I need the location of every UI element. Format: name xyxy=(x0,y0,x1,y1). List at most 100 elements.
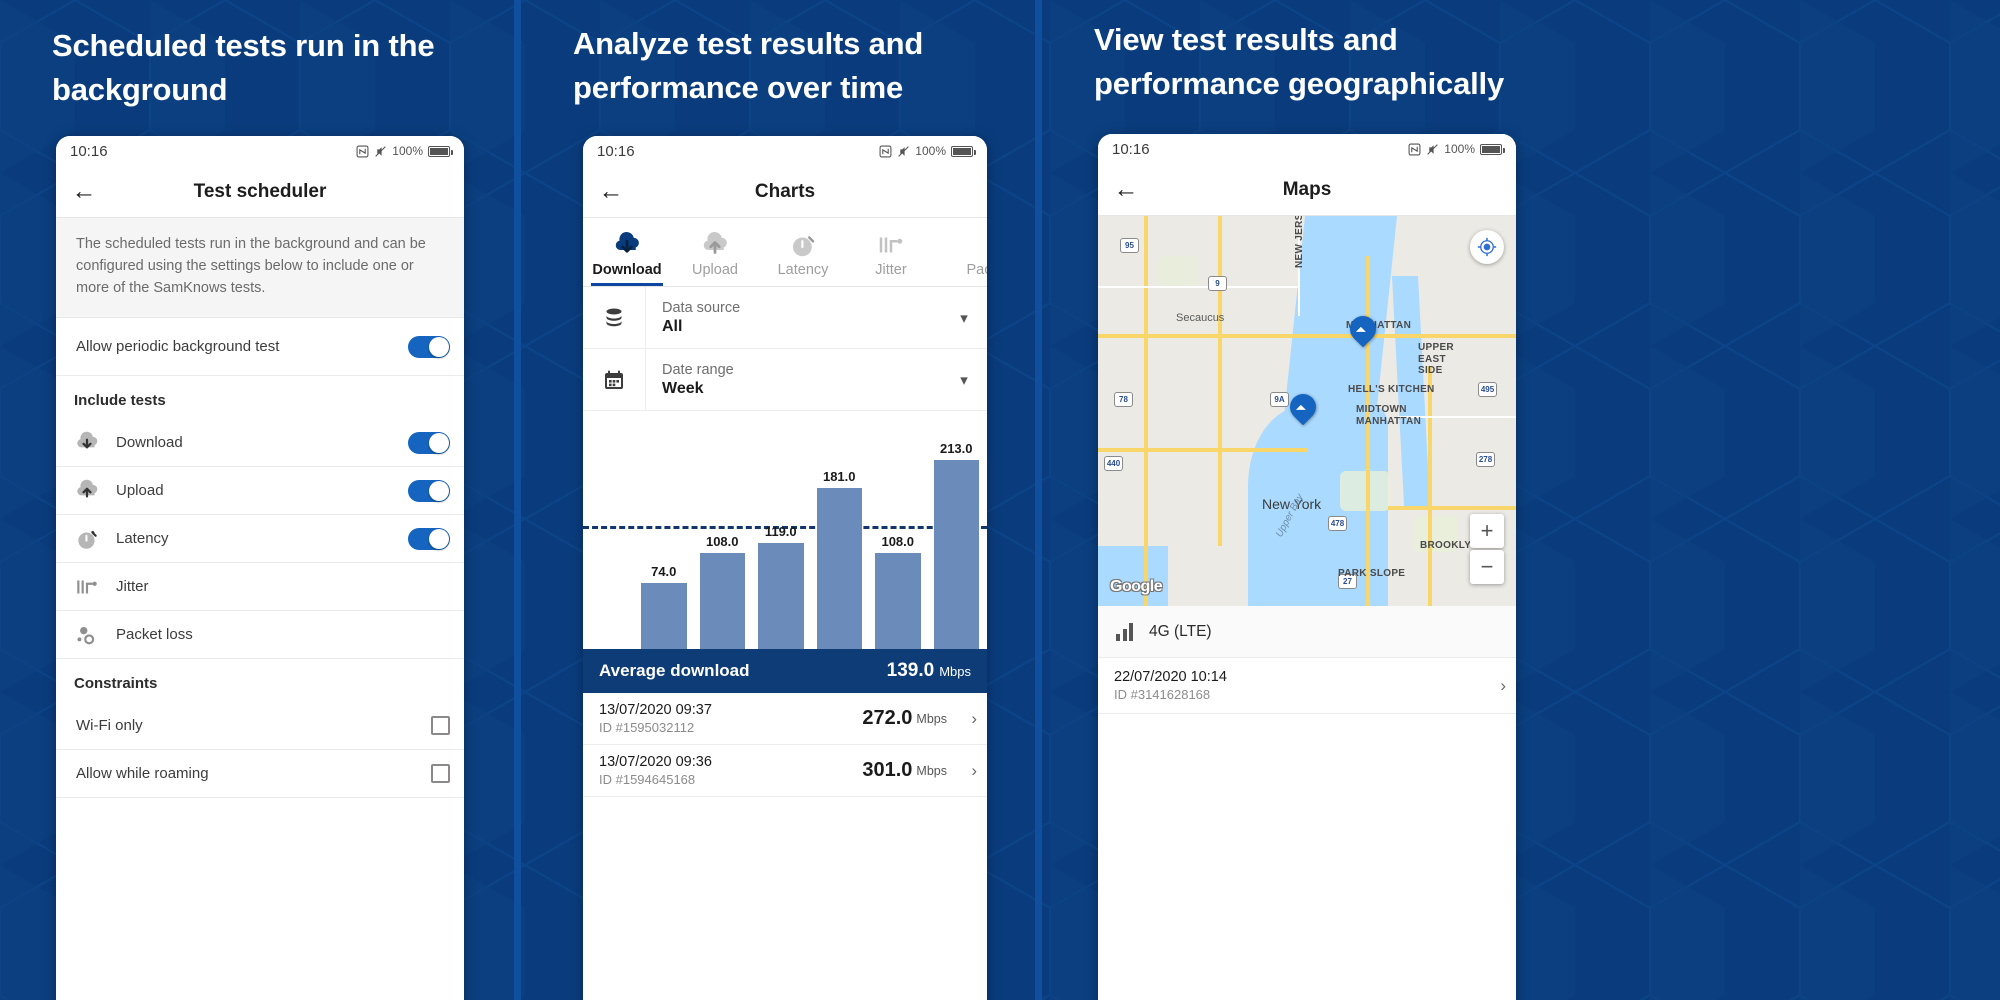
row-constraint-wifi[interactable]: Wi-Fi only xyxy=(56,702,464,751)
tab-jitter[interactable]: Jitter xyxy=(847,218,935,286)
tab-upload[interactable]: Upload xyxy=(671,218,759,286)
wifi-only-checkbox[interactable] xyxy=(431,716,450,736)
route-shield-9A: 9A xyxy=(1270,392,1289,407)
page-title: Test scheduler xyxy=(193,180,327,202)
database-icon xyxy=(583,306,645,330)
cloud-upload-icon xyxy=(671,228,759,262)
test-toggle-upload[interactable] xyxy=(408,479,450,502)
cloud-upload-icon xyxy=(74,478,116,504)
back-button[interactable]: ← xyxy=(1098,175,1154,204)
signal-bars-icon xyxy=(1116,622,1133,641)
tab-label: Upload xyxy=(692,262,738,278)
headline-2: Analyze test results and performance ove… xyxy=(573,26,924,106)
filter-label: Data source xyxy=(662,299,741,316)
result-row[interactable]: 13/07/2020 09:37 ID #1595032112 272.0 Mb… xyxy=(583,693,987,745)
chart-bar-cell[interactable]: 108.0 xyxy=(699,411,745,649)
zoom-in-button[interactable]: + xyxy=(1470,514,1504,548)
cloud-download-icon xyxy=(583,228,671,262)
map-label-new-jersey: NEW JERSEY xyxy=(1294,216,1305,268)
tab-label: Latency xyxy=(777,262,829,278)
allow-roaming-checkbox[interactable] xyxy=(431,764,450,784)
status-time: 10:16 xyxy=(1112,140,1150,158)
back-button[interactable]: ← xyxy=(583,177,639,206)
result-date: 22/07/2020 10:14 xyxy=(1114,669,1227,685)
phone-mockup-maps: 10:16 100% ← Maps 95 9 78 9A 495 440 278… xyxy=(1098,134,1516,1000)
chevron-right-icon[interactable]: › xyxy=(947,761,977,781)
map-label-upper-east-side: UPPER EAST SIDE xyxy=(1418,342,1454,376)
constraint-label: Wi-Fi only xyxy=(76,717,143,735)
test-toggle-latency[interactable] xyxy=(408,527,450,550)
chevron-down-icon[interactable]: ▾ xyxy=(941,309,987,327)
route-shield-9: 9 xyxy=(1208,276,1227,291)
test-label: Latency xyxy=(116,530,169,548)
filter-data-source[interactable]: Data source All ▾ xyxy=(583,287,987,349)
map-label-midtown: MIDTOWN MANHATTAN xyxy=(1356,404,1422,427)
chart-tabs: Download Upload Latency Jitter Pa xyxy=(583,218,987,287)
row-test-upload[interactable]: Upload xyxy=(56,467,464,516)
silent-icon xyxy=(1427,143,1439,155)
battery-icon xyxy=(1480,143,1505,155)
row-test-latency[interactable]: Latency xyxy=(56,515,464,564)
park-green xyxy=(1340,471,1390,511)
minor-road xyxy=(1098,286,1298,288)
row-constraint-roaming[interactable]: Allow while roaming xyxy=(56,750,464,799)
battery-icon xyxy=(951,145,976,157)
result-date: 13/07/2020 09:37 xyxy=(599,702,712,718)
app-bar: ← Charts xyxy=(583,166,987,218)
route-shield-95: 95 xyxy=(1120,238,1139,253)
tab-latency[interactable]: Latency xyxy=(759,218,847,286)
chart-bar-cell[interactable]: 181.0 xyxy=(816,411,862,649)
test-label: Download xyxy=(116,434,183,452)
chart-bar-cell[interactable]: 108.0 xyxy=(875,411,921,649)
constraints-heading: Constraints xyxy=(56,659,464,703)
filter-content: Date range Week xyxy=(645,349,941,410)
row-test-packet-loss[interactable]: Packet loss xyxy=(56,611,464,660)
row-test-download[interactable]: Download xyxy=(56,419,464,468)
allow-periodic-toggle[interactable] xyxy=(408,335,450,358)
chevron-down-icon[interactable]: ▾ xyxy=(941,371,987,389)
chart-bar-cell[interactable]: 119.0 xyxy=(758,411,804,649)
route-shield-440: 440 xyxy=(1104,456,1123,471)
result-value: 301.0 xyxy=(862,759,913,781)
row-test-jitter[interactable]: Jitter xyxy=(56,563,464,612)
result-id: ID #1595032112 xyxy=(599,720,695,735)
locate-me-button[interactable] xyxy=(1470,230,1504,264)
result-unit: Mbps xyxy=(916,711,947,726)
status-icons: 100% xyxy=(1408,142,1505,156)
constraint-label: Allow while roaming xyxy=(76,765,209,783)
chart-bar-cell[interactable]: 213.0 xyxy=(933,411,979,649)
road-horizontal xyxy=(1388,506,1516,510)
network-label: 4G (LTE) xyxy=(1149,622,1212,640)
zoom-out-button[interactable]: − xyxy=(1470,550,1504,584)
map-result-row[interactable]: 22/07/2020 10:14 ID #3141628168 › xyxy=(1098,658,1516,714)
back-button[interactable]: ← xyxy=(56,177,112,206)
road-vertical xyxy=(1428,366,1432,606)
headline-1: Scheduled tests run in the background xyxy=(52,28,435,108)
status-time: 10:16 xyxy=(70,142,108,160)
settings-list: Allow periodic background test Include t… xyxy=(56,318,464,799)
silent-icon xyxy=(375,145,387,157)
status-bar: 10:16 100% xyxy=(1098,134,1516,164)
panel-scheduler: Scheduled tests run in the background 10… xyxy=(0,0,520,1000)
network-type-row: 4G (LTE) xyxy=(1098,606,1516,658)
map-label-secaucus: Secaucus xyxy=(1176,312,1225,324)
chart-bar-cell[interactable]: 74.0 xyxy=(641,411,687,649)
filter-date-range[interactable]: Date range Week ▾ xyxy=(583,349,987,411)
battery-icon xyxy=(428,145,453,157)
map-view[interactable]: 95 9 78 9A 495 440 278 478 27 Secaucus M… xyxy=(1098,216,1516,606)
result-row[interactable]: 13/07/2020 09:36 ID #1594645168 301.0 Mb… xyxy=(583,745,987,797)
tab-label: Jitter xyxy=(875,262,907,278)
result-value: 272.0 xyxy=(862,707,913,729)
row-allow-periodic[interactable]: Allow periodic background test xyxy=(56,318,464,377)
allow-periodic-label: Allow periodic background test xyxy=(76,338,280,356)
battery-percent: 100% xyxy=(392,144,423,158)
status-bar: 10:16 100% xyxy=(583,136,987,166)
road-vertical xyxy=(1218,216,1222,546)
average-label: Average download xyxy=(599,661,750,680)
tab-download[interactable]: Download xyxy=(583,218,671,286)
tab-packet-loss[interactable]: Pac xyxy=(935,218,988,286)
test-toggle-download[interactable] xyxy=(408,431,450,454)
chevron-right-icon[interactable]: › xyxy=(947,709,977,729)
chart-bar-value-label: 213.0 xyxy=(939,441,973,456)
chevron-right-icon[interactable]: › xyxy=(1476,676,1506,696)
